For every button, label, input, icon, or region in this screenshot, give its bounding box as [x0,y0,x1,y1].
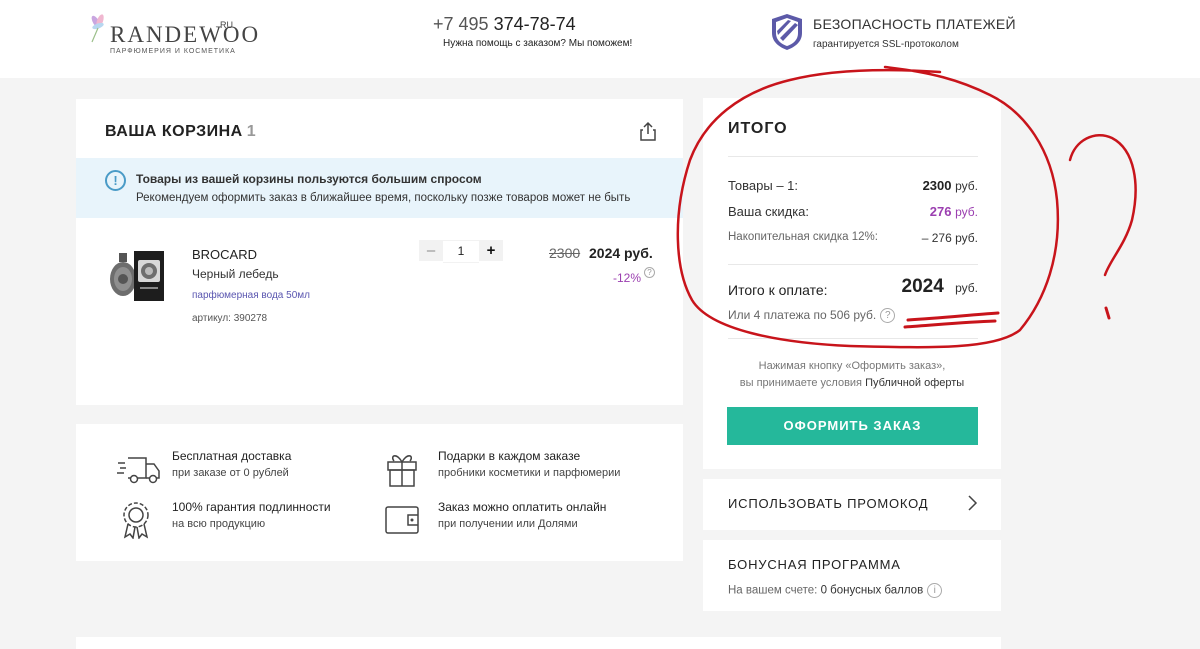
quantity-input[interactable]: 1 [443,240,479,263]
shield-icon [772,14,802,50]
order-terms: Нажимая кнопку «Оформить заказ», вы прин… [703,358,1001,392]
terms-line: Нажимая кнопку «Оформить заказ», [758,360,946,372]
currency-label: руб. [955,281,978,295]
terms-line: вы принимаете условия Публичной оферты [703,375,1001,392]
promo-code-panel[interactable]: ИСПОЛЬЗОВАТЬ ПРОМОКОД [703,479,1001,530]
cart-title: ВАША КОРЗИНА 1 [105,123,256,141]
product-brand[interactable]: BROCARD [192,247,257,262]
site-header: RANDEWOO RU ПАРФЮМЕРИЯ И КОСМЕТИКА +7 49… [0,0,1200,78]
items-amount: 2300 [922,178,952,193]
bonus-title: БОНУСНАЯ ПРОГРАММА [728,557,901,572]
new-price: 2024 руб. [589,245,653,261]
total-value: 2024 руб. [902,276,978,298]
feature-subtitle: на всю продукцию [172,518,266,530]
info-icon: ! [105,170,126,191]
notice-title: Товары из вашей корзины пользуются больш… [136,172,482,186]
quantity-decrease-button[interactable]: – [419,240,443,261]
promo-label: ИСПОЛЬЗОВАТЬ ПРОМОКОД [728,496,929,511]
divider [728,156,978,157]
quantity-stepper: – 1 + [419,240,503,263]
features-panel: Бесплатная доставка при заказе от 0 рубл… [76,424,683,561]
place-order-button[interactable]: ОФОРМИТЬ ЗАКАЗ [727,407,978,445]
security-title: БЕЗОПАСНОСТЬ ПЛАТЕЖЕЙ [813,16,1016,32]
notice-text: Рекомендуем оформить заказ в ближайшее в… [136,192,631,204]
quantity-increase-button[interactable]: + [479,240,503,261]
public-offer-link[interactable]: Публичной оферты [865,377,964,389]
feature-subtitle: при заказе от 0 рублей [172,467,289,479]
items-label: Товары – 1: [728,178,799,193]
cumulative-discount-label: Накопительная скидка 12%: [728,231,878,243]
cumulative-discount-value: – 276 руб. [921,231,978,245]
logo-tagline: ПАРФЮМЕРИЯ И КОСМЕТИКА [110,48,236,55]
logo-wordmark: RANDEWOO [110,22,261,47]
security-subtitle: гарантируется SSL-протоколом [813,39,959,50]
feature-title: 100% гарантия подлинности [172,500,331,514]
currency-label: руб. [955,205,978,219]
discount-percent: -12% [613,271,642,285]
bottom-panel-edge [76,637,1001,649]
bonus-program-panel: БОНУСНАЯ ПРОГРАММА На вашем счете: 0 бон… [703,540,1001,611]
annotation-question-mark [1068,134,1137,277]
installments-text: Или 4 платежа по 506 руб. [728,308,877,322]
support-phone[interactable]: +7 495 374-78-74 [433,14,576,35]
truck-icon [117,457,160,484]
gift-icon [387,455,417,487]
bonus-balance: На вашем счете: 0 бонусных баллов i [728,583,943,598]
annotation-question-dot [1104,306,1111,320]
cart-count: 1 [246,123,257,140]
installments-info: Или 4 платежа по 506 руб.? [728,308,896,324]
order-summary-panel: ИТОГО Товары – 1: 2300 руб. Ваша скидка:… [703,98,1001,469]
phone-prefix: +7 495 [433,14,489,34]
summary-title: ИТОГО [728,120,788,137]
feature-subtitle: пробники косметики и парфюмерии [438,467,621,479]
wallet-icon [385,506,419,534]
total-label: Итого к оплате: [728,282,828,298]
bonus-balance-label: На вашем счете: [728,584,818,597]
product-type: парфюмерная вода 50мл [192,290,310,301]
product-image[interactable] [106,247,168,303]
product-article: артикул: 390278 [192,313,268,324]
share-icon[interactable] [639,121,657,141]
bonus-balance-value: 0 бонусных баллов [820,584,924,597]
logo-domain-suffix: RU [220,20,233,30]
info-icon[interactable]: i [927,583,943,598]
feature-title: Бесплатная доставка [172,449,292,463]
currency-label: руб. [955,179,978,193]
cart-title-text: ВАША КОРЗИНА [105,123,243,140]
demand-notice: ! Товары из вашей корзины пользуются бол… [76,158,683,218]
discount-amount: 276 [929,204,952,219]
discount-value: 276 руб. [930,204,978,219]
total-amount: 2024 [901,276,944,297]
chevron-right-icon [968,495,978,511]
cart-panel: ВАША КОРЗИНА 1 ! Товары из вашей корзины … [76,99,683,405]
discount-label: Ваша скидка: [728,204,810,219]
feature-title: Подарки в каждом заказе [438,449,581,463]
help-text: Нужна помощь с заказом? Мы поможем! [443,38,633,49]
question-icon[interactable]: ? [644,267,655,278]
product-name[interactable]: Черный лебедь [192,267,279,281]
divider [728,338,978,339]
logo[interactable]: RANDEWOO RU ПАРФЮМЕРИЯ И КОСМЕТИКА [82,8,282,55]
terms-prefix: вы принимаете условия [739,377,863,389]
items-value: 2300 руб. [923,178,978,193]
old-price: 2300 [549,245,581,261]
feature-subtitle: при получении или Долями [438,518,578,530]
question-icon[interactable]: ? [880,308,896,324]
feature-title: Заказ можно оплатить онлайн [438,500,607,514]
phone-number: 374-78-74 [493,14,576,34]
divider [728,264,978,265]
award-icon [123,502,149,539]
